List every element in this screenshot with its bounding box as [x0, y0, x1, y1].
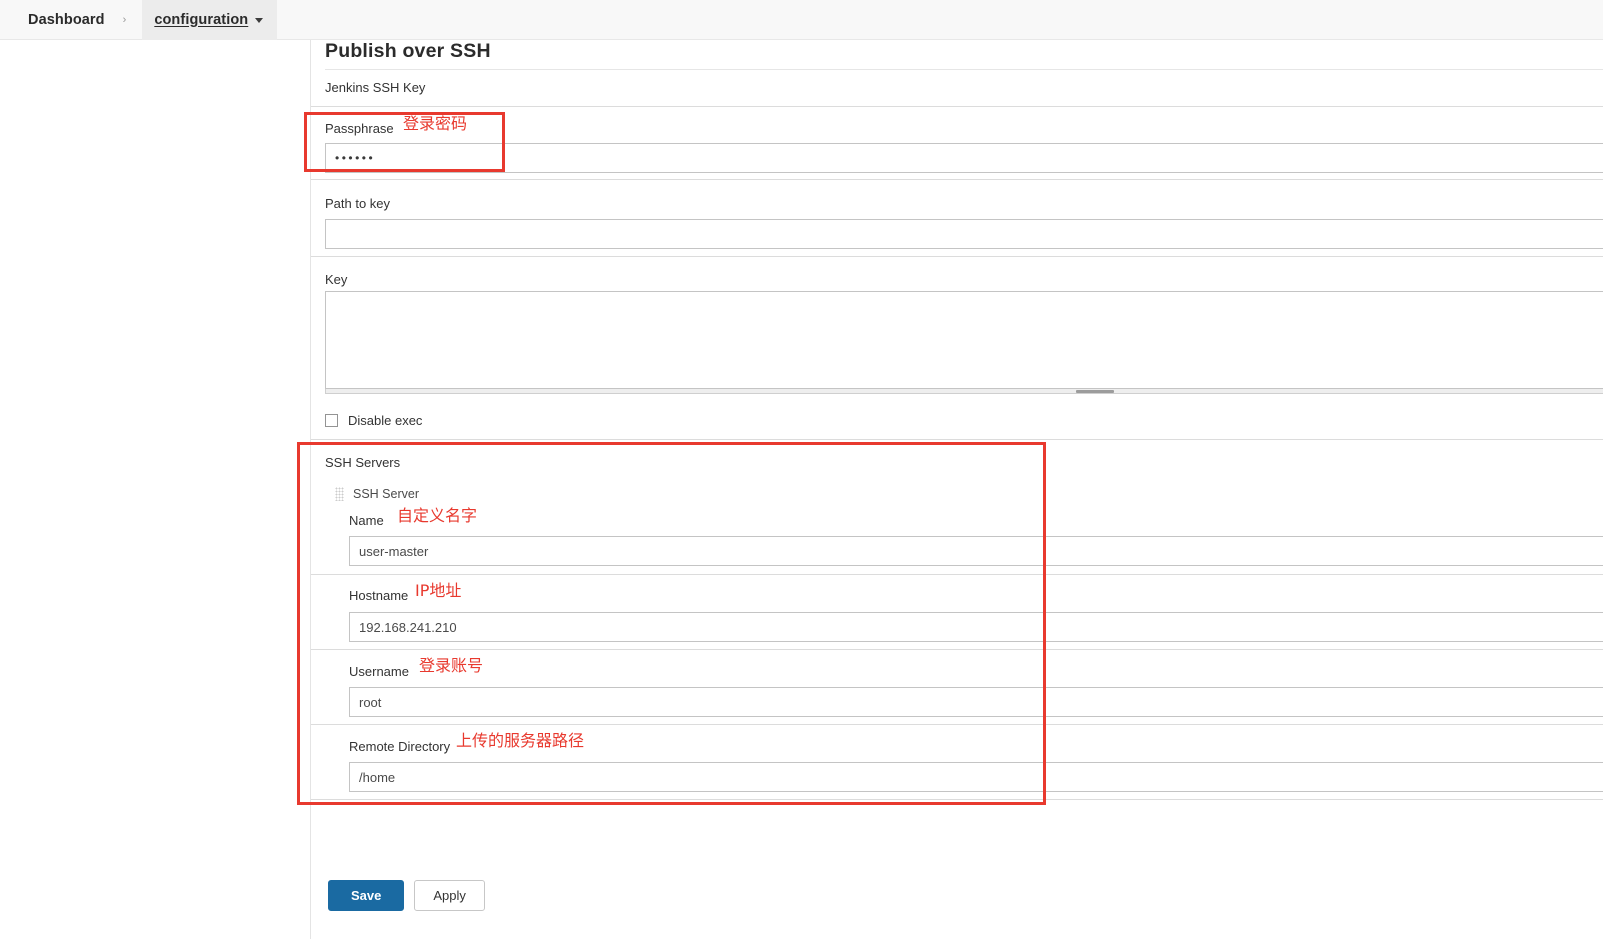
server-hostname-input[interactable] [349, 612, 1603, 642]
disable-exec-label: Disable exec [348, 413, 423, 428]
key-textarea[interactable] [325, 291, 1603, 389]
ssh-server-entry-title: SSH Server [353, 487, 419, 501]
key-textarea-resize-bar[interactable] [325, 389, 1603, 394]
breadcrumb-item-configuration[interactable]: configuration [142, 0, 278, 40]
path-to-key-label: Path to key [325, 196, 391, 211]
disable-exec-checkbox[interactable] [325, 414, 338, 427]
server-hostname-annotation: IP地址 [415, 581, 462, 600]
server-remote-directory-label: Remote Directory [349, 739, 451, 754]
row-divider [311, 799, 1603, 800]
apply-button[interactable]: Apply [414, 880, 485, 911]
server-username-annotation: 登录账号 [419, 656, 484, 675]
row-divider [311, 649, 1603, 650]
row-divider [311, 574, 1603, 575]
breadcrumb-separator-icon: › [122, 13, 127, 26]
form-button-bar: Save Apply [328, 880, 485, 911]
server-username-label: Username [349, 664, 409, 679]
server-hostname-label: Hostname [349, 588, 409, 603]
path-to-key-input[interactable] [325, 219, 1603, 249]
breadcrumb: Dashboard › configuration [0, 0, 1603, 40]
row-divider [311, 179, 1603, 180]
configuration-form-panel: Publish over SSH Jenkins SSH Key Passphr… [297, 40, 1603, 939]
server-remote-directory-annotation: 上传的服务器路径 [456, 731, 585, 750]
breadcrumb-item-configuration-label: configuration [154, 11, 249, 28]
row-divider [311, 439, 1603, 440]
server-name-label: Name [349, 513, 384, 528]
chevron-down-icon [255, 18, 264, 23]
disable-exec-row[interactable]: Disable exec [325, 413, 422, 428]
drag-handle-icon[interactable] [335, 487, 344, 501]
passphrase-label: Passphrase [325, 121, 394, 136]
row-divider [311, 106, 1603, 107]
key-textarea-resize-grip[interactable] [1076, 390, 1114, 393]
title-divider [325, 69, 1603, 70]
save-button[interactable]: Save [328, 880, 405, 911]
passphrase-annotation: 登录密码 [403, 114, 468, 133]
page-title: Publish over SSH [325, 40, 491, 62]
server-name-annotation: 自定义名字 [397, 506, 478, 525]
jenkins-ssh-key-label: Jenkins SSH Key [325, 80, 426, 95]
row-divider [311, 724, 1603, 725]
passphrase-input[interactable] [325, 143, 1603, 173]
server-remote-directory-input[interactable] [349, 762, 1603, 792]
row-divider [311, 256, 1603, 257]
ssh-server-entry-header: SSH Server [335, 487, 419, 501]
server-name-input[interactable] [349, 536, 1603, 566]
server-username-input[interactable] [349, 687, 1603, 717]
key-label: Key [325, 272, 348, 287]
breadcrumb-item-dashboard[interactable]: Dashboard [24, 12, 109, 28]
ssh-servers-label: SSH Servers [325, 455, 401, 470]
